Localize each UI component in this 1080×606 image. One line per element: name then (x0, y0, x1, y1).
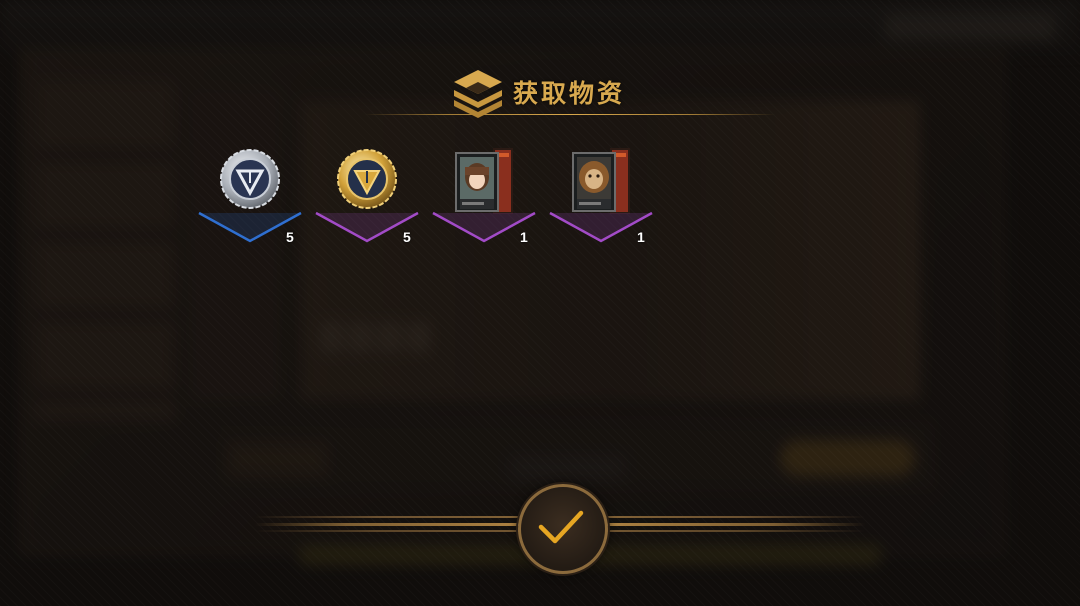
reward-item[interactable]: 1 (546, 145, 656, 245)
item-count: 5 (286, 229, 294, 245)
item-count: 1 (637, 229, 645, 245)
check-icon (538, 510, 584, 544)
item-count: 1 (520, 229, 528, 245)
dialog-title: 获取物资 (513, 79, 626, 108)
reward-item[interactable]: 5 (195, 145, 305, 245)
header-divider (365, 114, 775, 115)
item-count: 5 (403, 229, 411, 245)
confirm-button[interactable] (518, 484, 608, 574)
reward-item[interactable]: 1 (429, 145, 539, 245)
stacked-layers-icon (454, 70, 502, 118)
reward-item[interactable]: 5 (312, 145, 422, 245)
